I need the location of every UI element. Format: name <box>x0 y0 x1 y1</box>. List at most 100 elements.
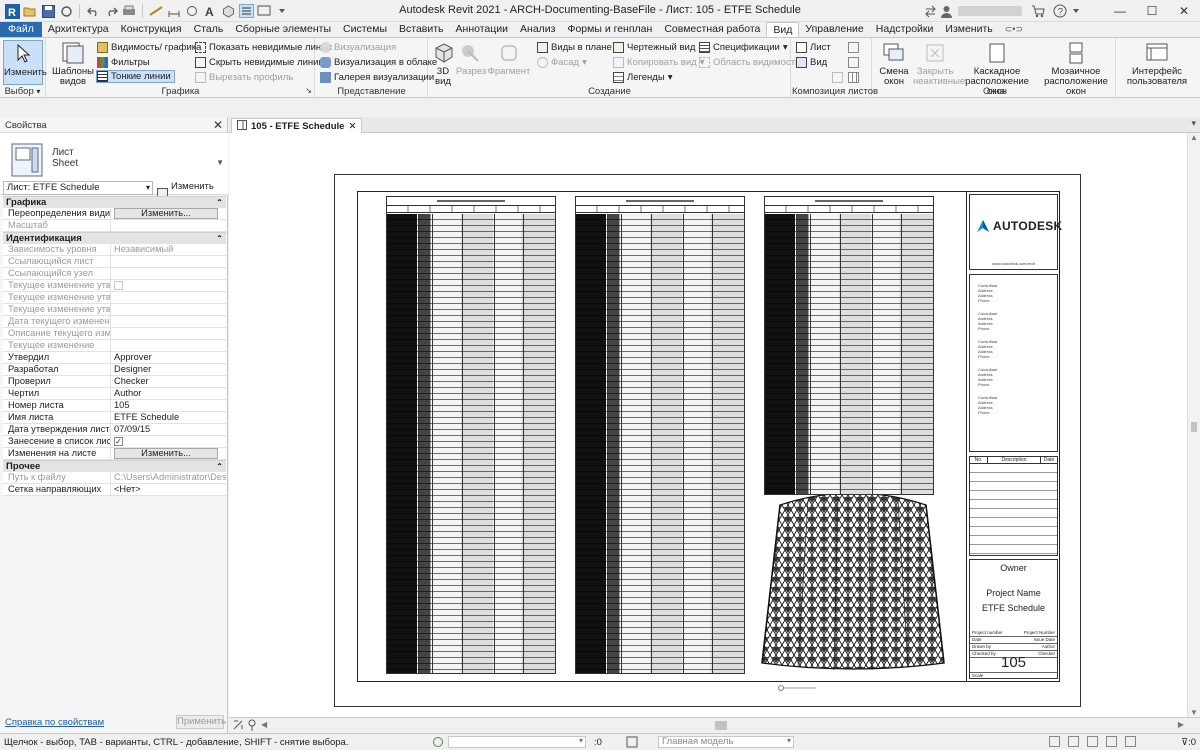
tab-precast[interactable]: Сборные элементы <box>229 22 337 37</box>
scroll-thumb[interactable] <box>1191 422 1197 432</box>
title-block-icon[interactable] <box>848 42 859 53</box>
guide-grid-field[interactable]: <Нет> <box>111 484 226 495</box>
filters-button[interactable]: Фильтры <box>97 56 150 69</box>
worksharing-icon[interactable] <box>432 736 444 750</box>
matchline-icon[interactable] <box>832 72 843 83</box>
tab-analyze[interactable]: Анализ <box>514 22 561 37</box>
scroll-down-icon[interactable]: ▼ <box>1190 708 1198 717</box>
schedule-panel[interactable] <box>386 196 556 674</box>
section-button[interactable]: Разрез <box>456 40 486 77</box>
place-view-button[interactable]: Вид <box>796 56 827 69</box>
tab-steel[interactable]: Сталь <box>188 22 230 37</box>
view-tab-105[interactable]: 105 - ETFE Schedule ✕ <box>231 118 363 133</box>
account-name[interactable] <box>958 6 1022 16</box>
sheet-name-field[interactable]: ETFE Schedule <box>111 412 226 423</box>
panel-dropdown-icon[interactable]: ▾ <box>36 87 40 96</box>
close-tab-icon[interactable]: ✕ <box>348 121 356 132</box>
instance-filter-dropdown[interactable]: Лист: ETFE Schedule ▾ <box>3 181 153 195</box>
visibility-graphics-button[interactable]: Видимость/ графика <box>97 41 201 54</box>
sheet-settings-icon[interactable] <box>232 719 244 734</box>
switch-windows-icon[interactable] <box>256 3 272 19</box>
revisions-icon[interactable] <box>848 57 859 68</box>
scroll-up-icon[interactable]: ▲ <box>1190 133 1198 142</box>
close-icon[interactable]: ✕ <box>213 118 223 132</box>
apply-button[interactable]: Применить <box>176 715 226 729</box>
tab-view[interactable]: Вид <box>766 22 800 37</box>
print-icon[interactable] <box>121 3 137 19</box>
design-option-dropdown[interactable]: Главная модель ▾ <box>658 736 794 748</box>
horizontal-scroll-thumb[interactable] <box>715 721 727 730</box>
sheet-number-field[interactable]: 105 <box>111 400 226 411</box>
select-by-face-icon[interactable] <box>1106 736 1117 747</box>
select-links-icon[interactable] <box>1049 736 1060 747</box>
scroll-left-icon[interactable]: ◀ <box>261 720 267 729</box>
undo-icon[interactable] <box>85 3 101 19</box>
guide-grid-icon[interactable] <box>848 72 859 83</box>
drag-elements-icon[interactable] <box>1125 736 1136 747</box>
legends-button[interactable]: Легенды ▾ <box>613 71 672 84</box>
duplicate-view-button[interactable]: Копировать вид ▾ <box>613 56 704 69</box>
tab-architecture[interactable]: Архитектура <box>42 22 115 37</box>
tag-icon[interactable] <box>184 3 200 19</box>
ribbon-minimize-toggle[interactable]: ⊂•⊃ <box>999 22 1029 37</box>
thin-lines-button[interactable]: Тонкие линии <box>96 70 175 83</box>
tab-addins[interactable]: Надстройки <box>870 22 940 37</box>
customize-qat-icon[interactable] <box>274 3 290 19</box>
user-interface-button[interactable]: Интерфейс пользователя <box>1121 40 1193 87</box>
help-icon[interactable]: ? <box>1052 3 1068 19</box>
tab-structure[interactable]: Конструкция <box>115 22 188 37</box>
approved-by-field[interactable]: Approver <box>111 352 226 363</box>
aligned-dimension-icon[interactable] <box>166 3 182 19</box>
measure-icon[interactable] <box>148 3 164 19</box>
title-block[interactable]: AUTODESK www.autodesk.com/revit Consulta… <box>966 192 1062 681</box>
view-tabs-menu-icon[interactable]: ▾ <box>1191 118 1196 129</box>
tab-massing-site[interactable]: Формы и генплан <box>561 22 658 37</box>
open-icon[interactable] <box>22 3 38 19</box>
vg-overrides-edit-button[interactable]: Изменить... <box>114 208 218 219</box>
design-options-icon[interactable] <box>626 736 638 750</box>
select-underlay-icon[interactable] <box>1068 736 1079 747</box>
view-templates-button[interactable]: Шаблоны видов <box>51 40 95 87</box>
switch-windows-button[interactable]: Смена окон <box>877 40 911 87</box>
user-icon[interactable] <box>938 3 954 19</box>
default-3d-icon[interactable] <box>220 3 236 19</box>
render-button[interactable]: Визуализация <box>320 41 396 54</box>
drawn-by-field[interactable]: Author <box>111 388 226 399</box>
thin-lines-qat-icon[interactable] <box>238 3 254 19</box>
sync-icon[interactable] <box>58 3 74 19</box>
render-gallery-button[interactable]: Галерея визуализации <box>320 71 434 84</box>
tab-modify[interactable]: Изменить <box>939 22 998 37</box>
minimize-button[interactable]: — <box>1104 0 1136 22</box>
sheet-issue-date-field[interactable]: 07/09/15 <box>111 424 226 435</box>
tab-systems[interactable]: Системы <box>337 22 393 37</box>
chevron-down-icon[interactable]: ▼ <box>216 158 224 167</box>
scroll-right-icon[interactable]: ▶ <box>1178 720 1184 729</box>
close-inactive-button[interactable]: Закрыть неактивные <box>913 40 965 87</box>
select-pinned-icon[interactable] <box>1087 736 1098 747</box>
group-other[interactable]: Прочее ⌃ <box>3 460 226 472</box>
graphics-launcher-icon[interactable]: ↘ <box>305 86 312 95</box>
etfe-3d-view[interactable] <box>758 495 948 671</box>
redo-icon[interactable] <box>103 3 119 19</box>
scope-box-button[interactable]: Область видимости <box>699 56 800 69</box>
designed-by-field[interactable]: Designer <box>111 364 226 375</box>
group-graphics[interactable]: Графика ⌃ <box>3 196 226 208</box>
drawing-canvas[interactable]: AUTODESK www.autodesk.com/revit Consulta… <box>229 133 1187 717</box>
close-window-button[interactable]: ✕ <box>1168 0 1200 22</box>
tab-annotate[interactable]: Аннотации <box>450 22 515 37</box>
elevation-button[interactable]: Фасад ▾ <box>537 56 587 69</box>
cut-profile-button[interactable]: Вырезать профиль <box>195 71 293 84</box>
exchange-icon[interactable] <box>922 3 938 19</box>
revit-logo-icon[interactable]: R <box>4 3 20 19</box>
tab-insert[interactable]: Вставить <box>393 22 450 37</box>
schedules-button[interactable]: Спецификации ▾ <box>699 41 788 54</box>
text-icon[interactable]: A <box>202 3 218 19</box>
checked-by-field[interactable]: Checker <box>111 376 226 387</box>
workset-dropdown[interactable]: ▾ <box>448 736 586 748</box>
schedule-panel[interactable] <box>575 196 745 674</box>
tab-manage[interactable]: Управление <box>799 22 869 37</box>
callout-button[interactable]: Фрагмент <box>487 40 531 77</box>
cart-icon[interactable] <box>1030 3 1046 19</box>
group-identity-data[interactable]: Идентификация ⌃ <box>3 232 226 244</box>
tab-collaborate[interactable]: Совместная работа <box>658 22 766 37</box>
